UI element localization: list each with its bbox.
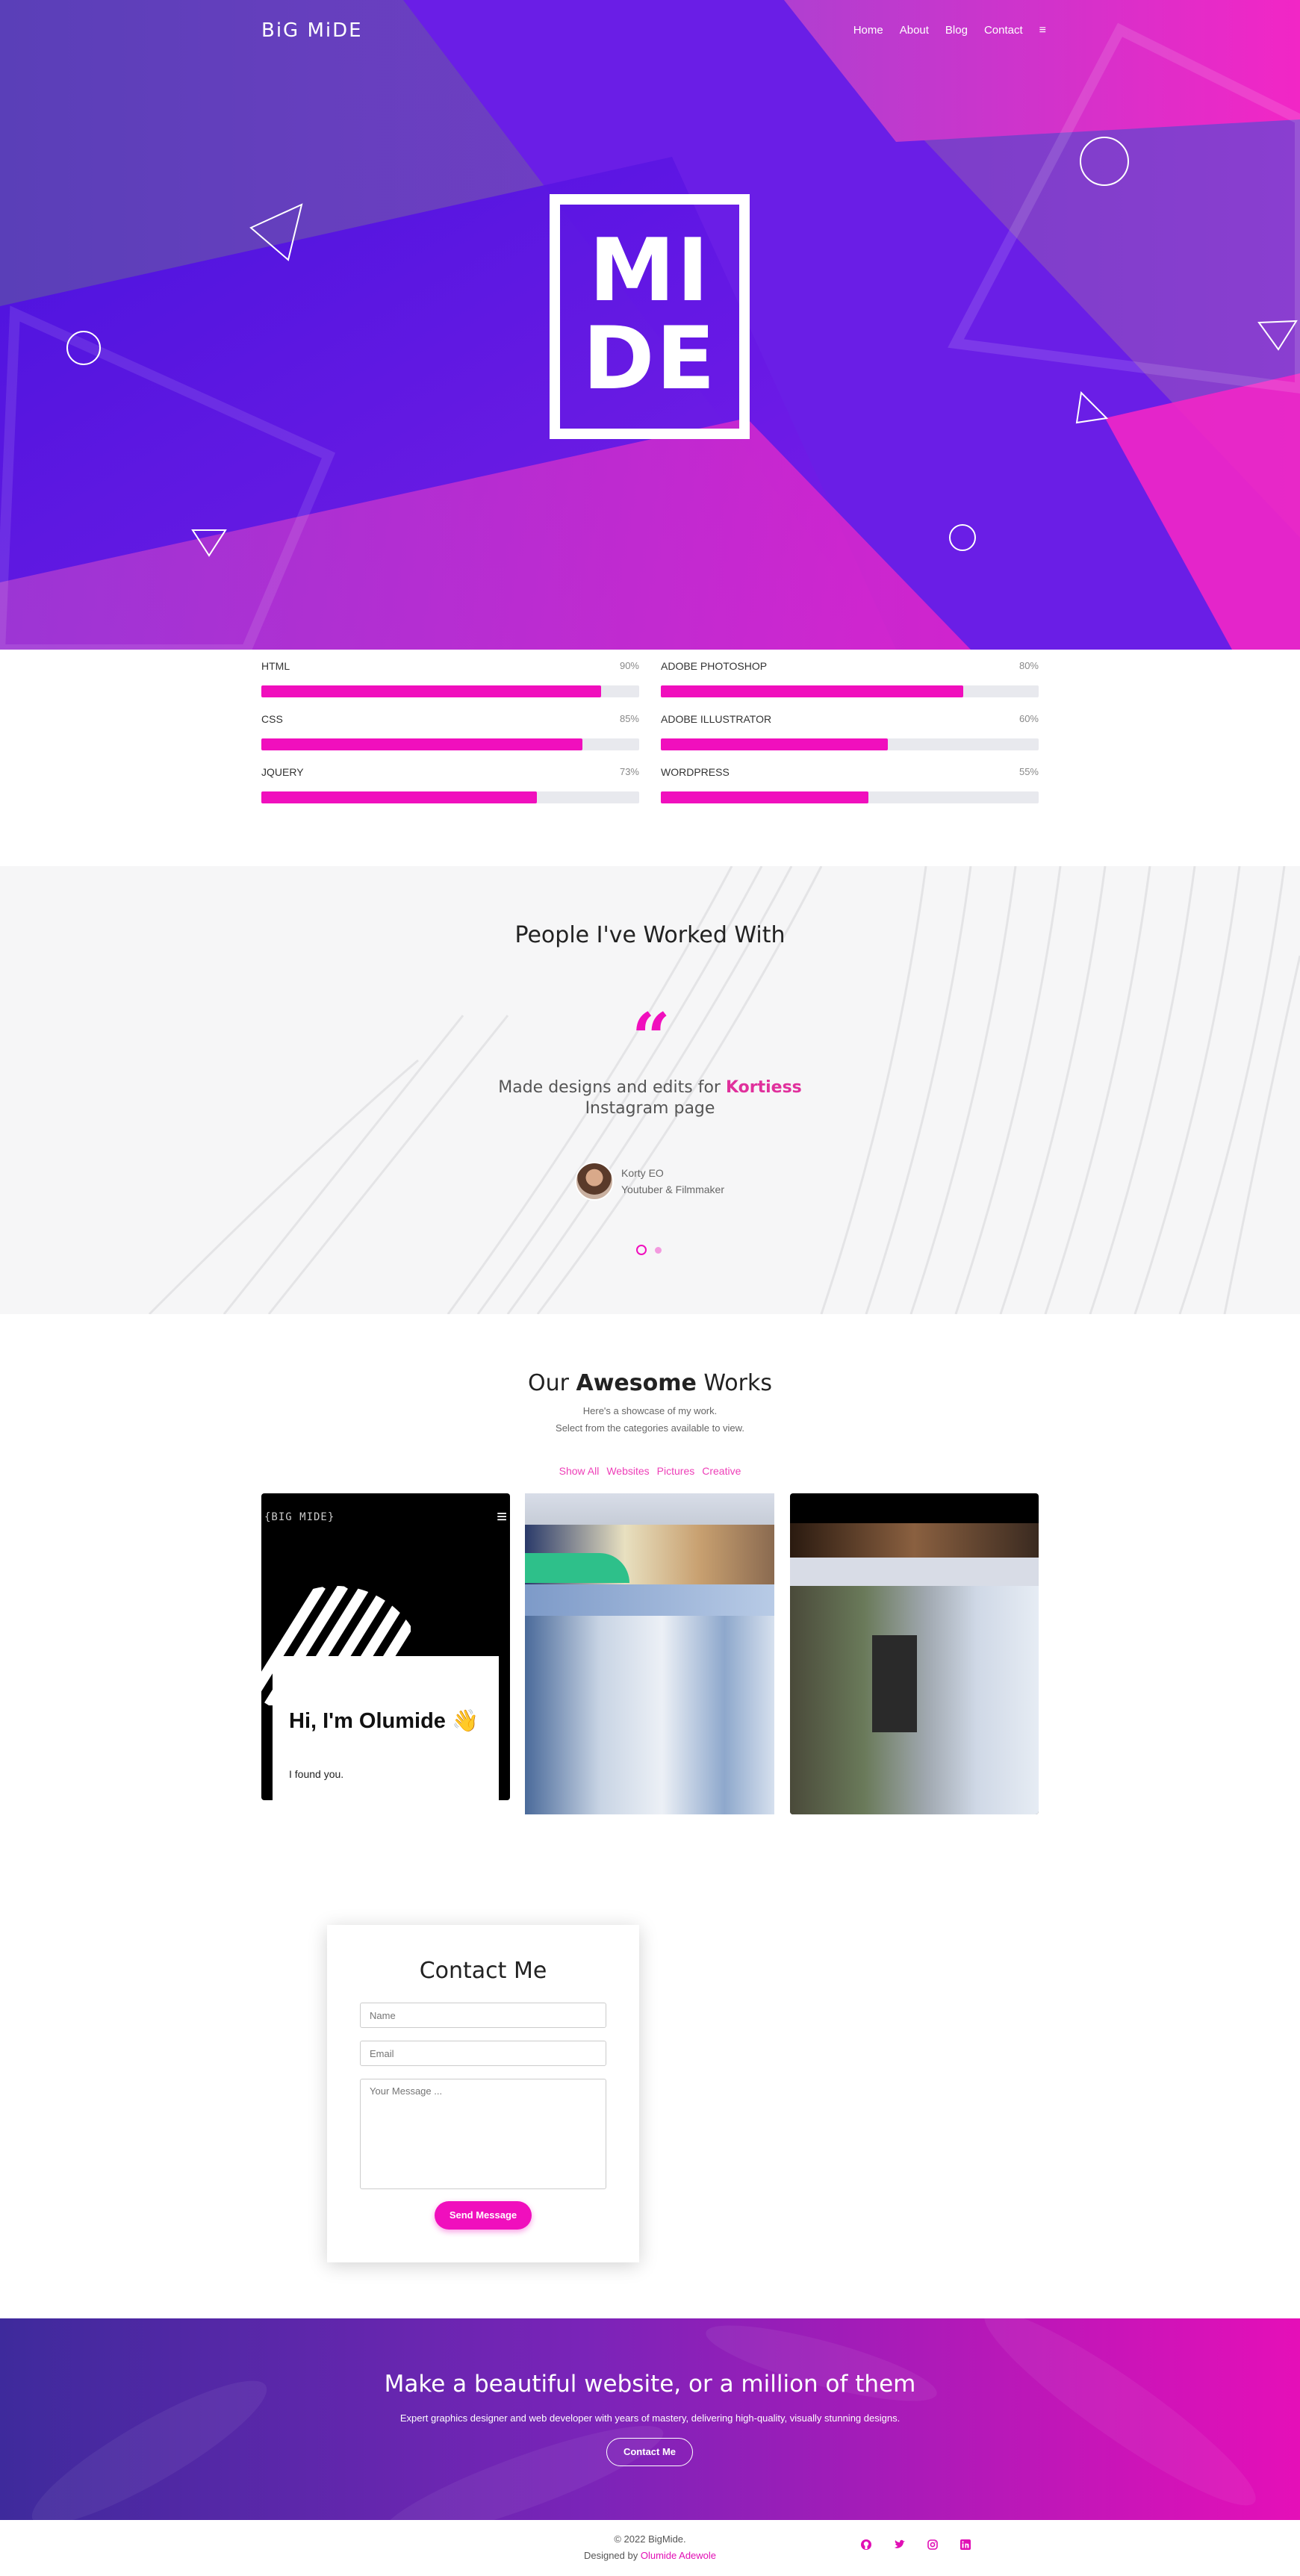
nav-contact[interactable]: Contact (984, 24, 1023, 37)
work-card-pictures[interactable] (525, 1493, 774, 1814)
skill-percent: 85% (619, 713, 639, 724)
message-field[interactable] (360, 2079, 606, 2189)
skill-percent: 55% (1018, 766, 1039, 777)
brand-logo-text[interactable]: BiG MiDE (261, 19, 363, 42)
skill-track (661, 685, 1039, 697)
card-brand: {BIG MIDE} (264, 1511, 335, 1523)
testimonials-title: People I've Worked With (514, 922, 786, 948)
contact-title: Contact Me (419, 1958, 547, 1984)
github-icon[interactable] (859, 2539, 874, 2554)
nav-about[interactable]: About (900, 24, 929, 37)
hero-section: BiG MiDE Home About Blog Contact ≡ MI DE (0, 0, 1300, 650)
skill-css: CSS 85% (261, 703, 639, 750)
works-title: Our Awesome Works (0, 1370, 1300, 1396)
carousel-dot[interactable] (655, 1247, 662, 1254)
skill-name: ADOBE ILLUSTRATOR (661, 713, 772, 725)
hero-logo: MI DE (550, 194, 750, 439)
card-hero-panel: Hi, I'm Olumide 👋 I found you. (273, 1656, 499, 1800)
skill-fill (261, 685, 602, 697)
main-nav: Home About Blog Contact ≡ (853, 24, 1046, 37)
skill-track (661, 791, 1039, 803)
photo-face (790, 1523, 1039, 1558)
photo-sky-strip (525, 1584, 774, 1616)
photo-light-strip (790, 1558, 1039, 1586)
skill-name: JQUERY (261, 766, 304, 778)
designed-by-line: Designed by Olumide Adewole (0, 2550, 1300, 2561)
work-card-creative[interactable] (790, 1493, 1039, 1814)
twitter-icon[interactable] (892, 2539, 907, 2554)
skill-track (661, 738, 1039, 750)
author-name: Korty EO (621, 1167, 664, 1179)
designer-link[interactable]: Olumide Adewole (641, 2550, 716, 2561)
copyright: © 2022 BigMide. (614, 2533, 686, 2545)
linkedin-icon[interactable] (958, 2539, 973, 2554)
hamburger-icon[interactable]: ≡ (1039, 24, 1046, 37)
works-title-bold: Awesome (576, 1370, 697, 1396)
skill-name: ADOBE PHOTOSHOP (661, 660, 768, 672)
footer: © 2022 BigMide. Designed by Olumide Adew… (0, 2520, 1300, 2576)
works-filters: Show All Websites Pictures Creative (0, 1465, 1300, 1477)
works-subtitle-2: Select from the categories available to … (556, 1422, 744, 1434)
carousel-dot-active[interactable] (636, 1245, 647, 1255)
nav-home[interactable]: Home (853, 24, 883, 37)
skill-percent: 80% (1018, 660, 1039, 671)
quote-icon: “ (632, 998, 671, 1077)
quote-prefix: Made designs and edits for (498, 1078, 721, 1097)
skill-name: CSS (261, 713, 283, 725)
name-field[interactable] (360, 2003, 606, 2028)
works-title-post: Works (703, 1370, 773, 1396)
skill-jquery: JQUERY 73% (261, 756, 639, 803)
skill-fill (661, 685, 963, 697)
card-text: I found you. (289, 1768, 344, 1780)
cta-contact-button[interactable]: Contact Me (606, 2438, 693, 2466)
designed-by-label: Designed by (583, 2550, 638, 2561)
skill-name: WORDPRESS (661, 766, 730, 778)
skill-photoshop: ADOBE PHOTOSHOP 80% (661, 650, 1039, 697)
quote-highlight[interactable]: Kortiess (726, 1078, 802, 1097)
filter-pictures[interactable]: Pictures (657, 1465, 695, 1477)
email-field[interactable] (360, 2041, 606, 2066)
hero-logo-line1: MI (588, 220, 711, 321)
avatar (575, 1162, 614, 1201)
skill-fill (661, 791, 869, 803)
author-role: Youtuber & Filmmaker (621, 1183, 724, 1195)
cta-title: Make a beautiful website, or a million o… (384, 2371, 916, 2398)
hero-logo-line2: DE (582, 308, 717, 409)
testimonial-quote: Made designs and edits for Kortiess (0, 1078, 1300, 1097)
filter-creative[interactable]: Creative (702, 1465, 741, 1477)
skill-html: HTML 90% (261, 650, 639, 697)
instagram-icon[interactable] (925, 2539, 940, 2554)
cta-section: Make a beautiful website, or a million o… (0, 2318, 1300, 2520)
send-message-button[interactable]: Send Message (435, 2201, 532, 2230)
filter-websites[interactable]: Websites (606, 1465, 649, 1477)
photo-building (872, 1635, 917, 1732)
quote-suffix: Instagram page (585, 1099, 715, 1118)
cta-subtitle: Expert graphics designer and web develop… (399, 2412, 901, 2424)
skill-wordpress: WORDPRESS 55% (661, 756, 1039, 803)
skill-fill (261, 738, 583, 750)
skill-fill (661, 738, 888, 750)
skill-fill (261, 791, 538, 803)
skill-track (261, 738, 639, 750)
skill-track (261, 791, 639, 803)
nav-blog[interactable]: Blog (945, 24, 968, 37)
works-subtitle-1: Here's a showcase of my work. (582, 1405, 718, 1416)
photo-green-shape (525, 1553, 629, 1583)
skill-percent: 90% (619, 660, 639, 671)
photo-clouds (525, 1616, 774, 1814)
contact-card: Contact Me Send Message (327, 1925, 639, 2262)
photo-strip (525, 1493, 774, 1527)
skill-track (261, 685, 639, 697)
skill-name: HTML (261, 660, 290, 672)
filter-show-all[interactable]: Show All (559, 1465, 600, 1477)
skill-percent: 60% (1018, 713, 1039, 724)
hamburger-icon: ≡ (496, 1507, 507, 1527)
skill-illustrator: ADOBE ILLUSTRATOR 60% (661, 703, 1039, 750)
card-heading: Hi, I'm Olumide 👋 (289, 1709, 479, 1733)
works-title-pre: Our (527, 1370, 569, 1396)
work-card-website[interactable]: {BIG MIDE} ≡ Hi, I'm Olumide 👋 I found y… (261, 1493, 510, 1800)
skill-percent: 73% (619, 766, 639, 777)
